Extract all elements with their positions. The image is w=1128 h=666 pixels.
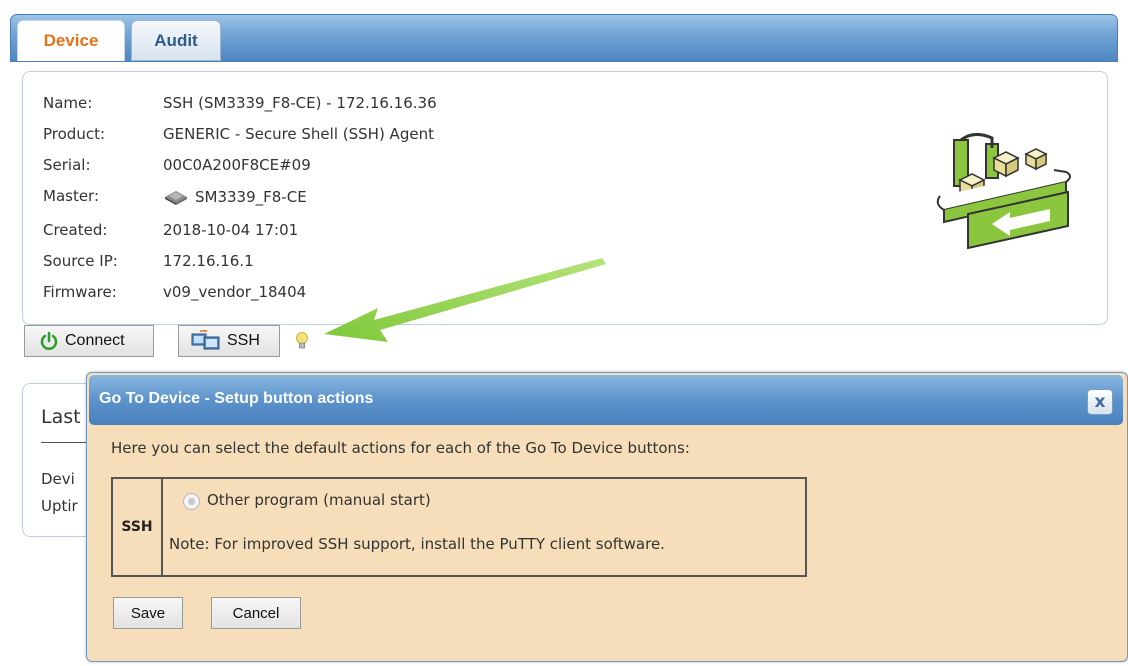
other-program-label[interactable]: Other program (manual start)	[207, 491, 431, 509]
tab-audit[interactable]: Audit	[131, 20, 221, 61]
name-label: Name:	[43, 94, 93, 112]
name-value: SSH (SM3339_F8-CE) - 172.16.16.36	[163, 94, 437, 112]
product-label: Product:	[43, 125, 106, 143]
annotation-arrow-icon	[324, 258, 606, 342]
putty-note: Note: For improved SSH support, install …	[169, 535, 665, 553]
device-icon	[165, 191, 187, 205]
setup-button-actions-dialog: Go To Device - Setup button actions x He…	[86, 372, 1128, 662]
master-value-wrap: SM3339_F8-CE	[163, 187, 307, 206]
conveyor-robot-icon	[936, 133, 1071, 250]
remote-terminal-icon	[191, 330, 220, 350]
created-label: Created:	[43, 221, 108, 239]
ssh-button[interactable]: SSH	[178, 325, 280, 357]
product-value: GENERIC - Secure Shell (SSH) Agent	[163, 125, 434, 143]
firmware-label: Firmware:	[43, 283, 117, 301]
tab-bar: Device Audit	[10, 14, 1118, 62]
last-panel-title: Last	[41, 406, 81, 428]
master-label: Master:	[43, 187, 100, 205]
save-button[interactable]: Save	[113, 597, 183, 629]
serial-value: 00C0A200F8CE#09	[163, 156, 311, 174]
lightbulb-icon[interactable]	[295, 331, 309, 351]
other-program-radio[interactable]	[183, 493, 200, 510]
connect-label: Connect	[65, 332, 125, 349]
ssh-section-label: SSH	[113, 479, 163, 575]
close-icon[interactable]: x	[1087, 389, 1113, 415]
dialog-header[interactable]: Go To Device - Setup button actions x	[89, 375, 1123, 425]
created-value: 2018-10-04 17:01	[163, 221, 299, 239]
connect-button[interactable]: Connect	[24, 325, 154, 357]
ssh-label: SSH	[227, 332, 260, 349]
last-panel-line: Uptir	[41, 497, 78, 515]
master-value[interactable]: SM3339_F8-CE	[195, 188, 307, 206]
ssh-options-box: SSH Other program (manual start) Note: F…	[111, 477, 807, 577]
last-panel-line: Devi	[41, 470, 75, 488]
dialog-intro: Here you can select the default actions …	[111, 439, 690, 457]
power-icon	[40, 331, 58, 350]
tab-device[interactable]: Device	[17, 20, 125, 61]
serial-label: Serial:	[43, 156, 91, 174]
dialog-title: Go To Device - Setup button actions	[99, 390, 374, 407]
firmware-value: v09_vendor_18404	[163, 283, 307, 301]
cancel-button[interactable]: Cancel	[211, 597, 301, 629]
source-ip-value: 172.16.16.1	[163, 252, 254, 270]
source-ip-label: Source IP:	[43, 252, 118, 270]
